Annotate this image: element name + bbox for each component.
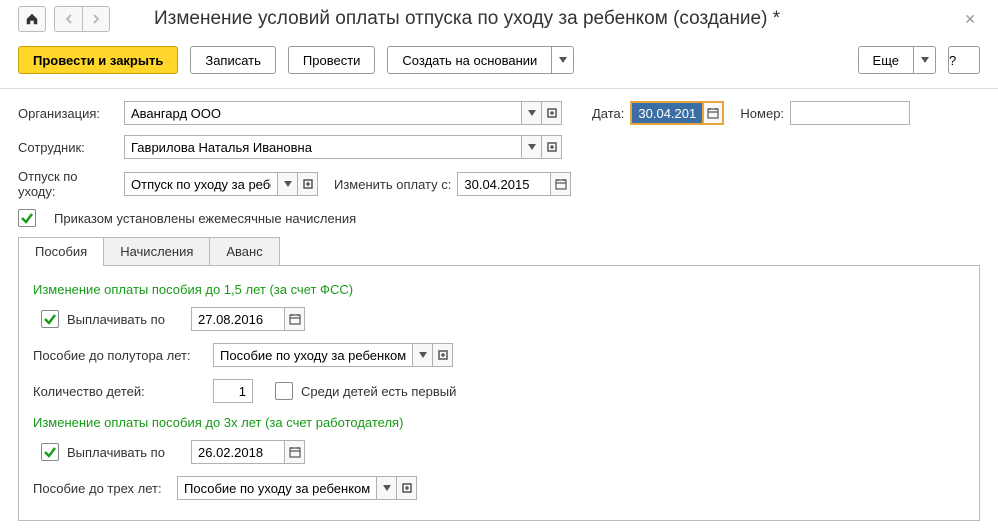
open-icon bbox=[547, 142, 557, 152]
post-button[interactable]: Провести bbox=[288, 46, 376, 74]
calendar-icon bbox=[289, 446, 301, 458]
calendar-icon bbox=[707, 107, 719, 119]
tab-benefits[interactable]: Пособия bbox=[18, 237, 104, 265]
tab-accruals[interactable]: Начисления bbox=[103, 237, 210, 265]
benefit-3y-dropdown[interactable] bbox=[377, 476, 397, 500]
section-1_5-title: Изменение оплаты пособия до 1,5 лет (за … bbox=[33, 282, 965, 297]
chevron-down-icon bbox=[383, 485, 391, 491]
chevron-down-icon bbox=[284, 181, 292, 187]
pay-until-1_5-checkbox[interactable] bbox=[41, 310, 59, 328]
date-picker[interactable] bbox=[704, 101, 724, 125]
check-icon bbox=[43, 312, 57, 326]
open-icon bbox=[402, 483, 412, 493]
arrow-right-icon bbox=[91, 14, 101, 24]
tab-advance[interactable]: Аванс bbox=[209, 237, 279, 265]
benefit-3y-label: Пособие до трех лет: bbox=[33, 481, 169, 496]
date-label: Дата: bbox=[592, 106, 624, 121]
help-button[interactable]: ? bbox=[948, 46, 980, 74]
children-count-input[interactable] bbox=[213, 379, 253, 403]
chevron-down-icon bbox=[528, 110, 536, 116]
chevron-down-icon bbox=[528, 144, 536, 150]
employee-dropdown[interactable] bbox=[522, 135, 542, 159]
number-label: Номер: bbox=[740, 106, 784, 121]
change-from-picker[interactable] bbox=[551, 172, 571, 196]
chevron-down-icon bbox=[921, 57, 929, 63]
change-from-label: Изменить оплату с: bbox=[334, 177, 451, 192]
benefit-1_5-input[interactable] bbox=[213, 343, 413, 367]
leave-dropdown[interactable] bbox=[278, 172, 298, 196]
org-input[interactable] bbox=[124, 101, 522, 125]
open-icon bbox=[303, 179, 313, 189]
post-and-close-button[interactable]: Провести и закрыть bbox=[18, 46, 178, 74]
benefit-3y-input[interactable] bbox=[177, 476, 377, 500]
pay-until-3y-input[interactable] bbox=[191, 440, 285, 464]
open-icon bbox=[547, 108, 557, 118]
pay-until-1_5-label: Выплачивать по bbox=[67, 312, 183, 327]
open-icon bbox=[438, 350, 448, 360]
children-count-label: Количество детей: bbox=[33, 384, 205, 399]
benefit-1_5-label: Пособие до полутора лет: bbox=[33, 348, 205, 363]
leave-input[interactable] bbox=[124, 172, 278, 196]
forward-button[interactable] bbox=[82, 6, 110, 32]
org-open[interactable] bbox=[542, 101, 562, 125]
org-label: Организация: bbox=[18, 106, 118, 121]
leave-open[interactable] bbox=[298, 172, 318, 196]
chevron-down-icon bbox=[419, 352, 427, 358]
employee-open[interactable] bbox=[542, 135, 562, 159]
more-dropdown[interactable] bbox=[914, 46, 936, 74]
home-icon bbox=[25, 12, 39, 26]
calendar-icon bbox=[555, 178, 567, 190]
pay-until-3y-picker[interactable] bbox=[285, 440, 305, 464]
benefit-1_5-dropdown[interactable] bbox=[413, 343, 433, 367]
more-button[interactable]: Еще bbox=[858, 46, 936, 74]
page-title: Изменение условий оплаты отпуска по уход… bbox=[154, 8, 952, 30]
create-based-on-button[interactable]: Создать на основании bbox=[387, 46, 574, 74]
leave-label: Отпуск по уходу: bbox=[18, 169, 118, 199]
monthly-order-label: Приказом установлены ежемесячные начисле… bbox=[54, 211, 356, 226]
section-3y-title: Изменение оплаты пособия до 3х лет (за с… bbox=[33, 415, 965, 430]
number-input[interactable] bbox=[790, 101, 910, 125]
employee-label: Сотрудник: bbox=[18, 140, 118, 155]
close-button[interactable]: ✕ bbox=[960, 11, 980, 28]
pay-until-3y-label: Выплачивать по bbox=[67, 445, 183, 460]
org-dropdown[interactable] bbox=[522, 101, 542, 125]
back-button[interactable] bbox=[54, 6, 82, 32]
calendar-icon bbox=[289, 313, 301, 325]
check-icon bbox=[20, 211, 34, 225]
monthly-order-checkbox[interactable] bbox=[18, 209, 36, 227]
more-label[interactable]: Еще bbox=[858, 46, 914, 74]
first-child-checkbox[interactable] bbox=[275, 382, 293, 400]
create-based-dropdown[interactable] bbox=[552, 46, 574, 74]
create-based-label[interactable]: Создать на основании bbox=[387, 46, 552, 74]
date-input[interactable] bbox=[630, 101, 704, 125]
home-button[interactable] bbox=[18, 6, 46, 32]
pay-until-3y-checkbox[interactable] bbox=[41, 443, 59, 461]
pay-until-1_5-picker[interactable] bbox=[285, 307, 305, 331]
first-child-label: Среди детей есть первый bbox=[301, 384, 456, 399]
arrow-left-icon bbox=[64, 14, 74, 24]
employee-input[interactable] bbox=[124, 135, 522, 159]
check-icon bbox=[43, 445, 57, 459]
benefit-3y-open[interactable] bbox=[397, 476, 417, 500]
benefit-1_5-open[interactable] bbox=[433, 343, 453, 367]
pay-until-1_5-input[interactable] bbox=[191, 307, 285, 331]
save-button[interactable]: Записать bbox=[190, 46, 276, 74]
chevron-down-icon bbox=[559, 57, 567, 63]
change-from-input[interactable] bbox=[457, 172, 551, 196]
